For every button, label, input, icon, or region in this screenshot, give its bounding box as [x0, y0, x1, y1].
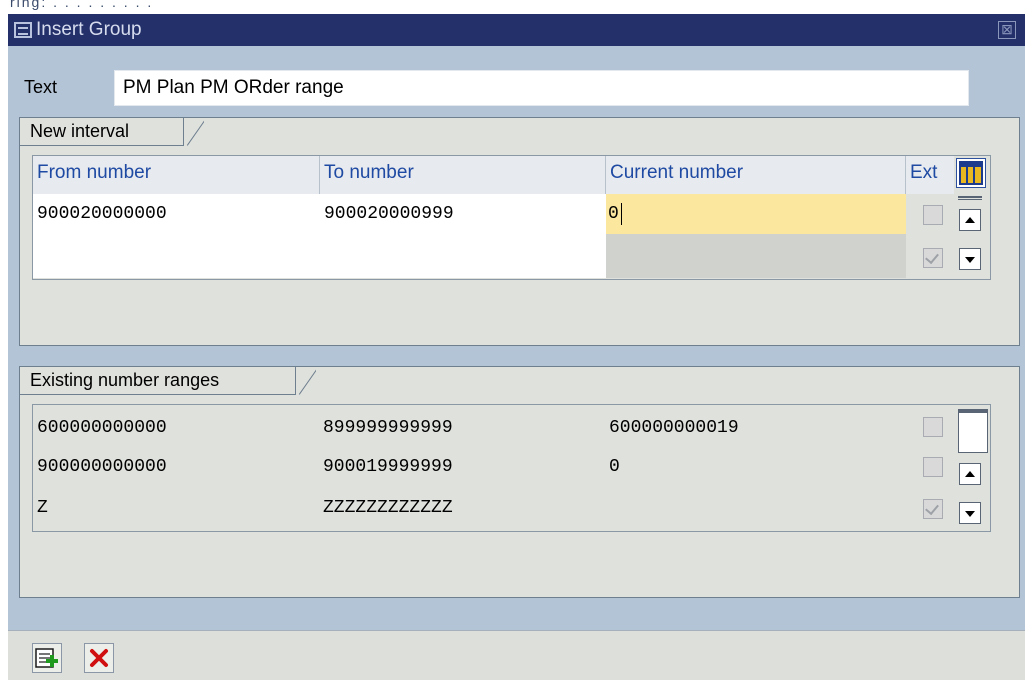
new-interval-title: New interval: [20, 118, 184, 146]
range-from: 900000000000: [37, 457, 167, 477]
scrollbar-thumb[interactable]: [958, 409, 988, 453]
insert-button[interactable]: [32, 643, 62, 673]
scrollbar-top-line: [958, 196, 982, 200]
background-window-strip: ring: . . . . . . . . .: [0, 0, 1033, 12]
text-cursor: [621, 203, 622, 225]
ext-checkbox-existing-1[interactable]: [923, 417, 943, 437]
dialog-window-icon: [14, 22, 32, 38]
text-input[interactable]: PM Plan PM ORder range: [114, 70, 969, 106]
ext-checkbox-existing-3[interactable]: [923, 499, 943, 519]
ext-checkbox-row-2[interactable]: [923, 248, 943, 268]
column-settings-icon[interactable]: [956, 158, 986, 188]
new-interval-tab-slant: [184, 118, 204, 146]
table-row[interactable]: 900000000000 900019999999 0: [33, 449, 903, 489]
insert-icon: [35, 648, 58, 668]
range-current: 600000000019: [609, 418, 739, 438]
existing-ranges-tab-slant: [296, 367, 316, 395]
dialog-title: Insert Group: [36, 19, 142, 40]
scroll-up-button[interactable]: [959, 463, 981, 485]
range-to: 900019999999: [323, 457, 453, 477]
cancel-icon: [90, 649, 108, 667]
column-header-ext[interactable]: Ext: [906, 156, 954, 194]
current-number-input[interactable]: 0: [606, 194, 906, 234]
from-number-cell[interactable]: 900020000000: [33, 194, 320, 278]
current-number-value: 0: [608, 204, 619, 224]
background-window-text: ring: . . . . . . . . .: [10, 0, 154, 10]
column-header-from-number[interactable]: From number: [33, 156, 320, 194]
ext-checkbox-existing-2[interactable]: [923, 457, 943, 477]
ext-checkbox-row-1[interactable]: [923, 205, 943, 225]
to-number-cell[interactable]: 900020000999: [320, 194, 606, 278]
dialog-title-bar: [8, 14, 1025, 46]
table-row[interactable]: 600000000000 899999999999 600000000019: [33, 408, 903, 448]
scroll-up-button[interactable]: [959, 209, 981, 231]
existing-ranges-title: Existing number ranges: [20, 367, 296, 395]
table-row[interactable]: Z ZZZZZZZZZZZZ: [33, 490, 903, 530]
text-label: Text: [24, 77, 58, 97]
range-current: 0: [609, 457, 620, 477]
range-from: Z: [37, 498, 48, 518]
scroll-down-button[interactable]: [959, 502, 981, 524]
scroll-down-button[interactable]: [959, 248, 981, 270]
column-header-current-number[interactable]: Current number: [606, 156, 906, 194]
range-from: 600000000000: [37, 418, 167, 438]
current-number-empty-cell: [606, 234, 906, 278]
dialog-footer: [8, 630, 1025, 680]
column-header-to-number[interactable]: To number: [320, 156, 606, 194]
cancel-button[interactable]: [84, 643, 114, 673]
range-to: 899999999999: [323, 418, 453, 438]
close-button[interactable]: ⊠: [998, 21, 1016, 39]
to-number-value: 900020000999: [324, 204, 454, 224]
from-number-value: 900020000000: [37, 204, 167, 224]
range-to: ZZZZZZZZZZZZ: [323, 498, 453, 518]
